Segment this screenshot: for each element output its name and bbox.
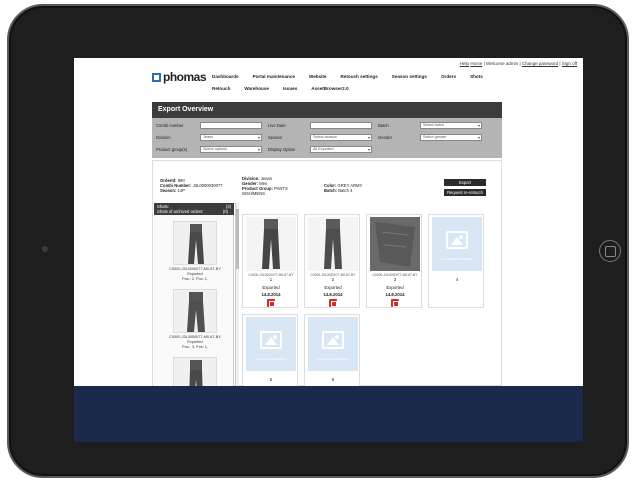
season-value: 14P [177, 188, 185, 193]
home-link[interactable]: Home [470, 61, 482, 66]
division-select[interactable]: Jeans ▾ [200, 134, 262, 141]
logo[interactable]: phomas [152, 70, 207, 84]
request-retouch-button[interactable]: Request re-retouch [444, 189, 486, 196]
page-footer [74, 386, 583, 442]
shots-header: Shots: (3) Shots of archived orders: (0) [154, 203, 234, 215]
gender-label: Gender [378, 135, 392, 140]
nav-item-warehouse[interactable]: Warehouse [244, 86, 269, 91]
shot-card[interactable]: C0000-J3L0000077-M0-87-BY 2 Exported 14.… [304, 214, 360, 308]
sign-off-link[interactable]: Sign off [562, 61, 577, 66]
delete-icon[interactable] [329, 299, 337, 307]
chevron-down-icon: ▾ [367, 147, 370, 152]
season-label: Season [268, 135, 283, 140]
image-placeholder-icon [446, 231, 468, 249]
shot-thumbnail [173, 221, 217, 265]
placeholder-image: NO IMAGE AVAILABLE [308, 317, 358, 371]
shot-image [246, 217, 296, 271]
display-option-select[interactable]: All Exported ▾ [310, 146, 372, 153]
nav-item-retouch[interactable]: Retouch [212, 86, 230, 91]
combi-number: J3L0000030077 [192, 183, 223, 188]
nav-item-shots[interactable]: Shots [470, 74, 483, 79]
tablet-frame: Help Home | Welcome admin | Change passw… [7, 4, 629, 478]
sidebar-shot[interactable]: C0000-J3L0000077-M0-87-BY Exported Pos.:… [166, 221, 224, 282]
division-label: Division [156, 135, 171, 140]
live-date-input[interactable] [310, 122, 372, 129]
shot-thumbnail [173, 289, 217, 333]
placeholder-image: NO IMAGE AVAILABLE [432, 217, 482, 271]
shot-card-placeholder[interactable]: NO IMAGE AVAILABLE 5 [242, 314, 298, 388]
nav-item-assetbrowser2-0[interactable]: AssetBrowser2.0 [311, 86, 348, 91]
placeholder-image: NO IMAGE AVAILABLE [246, 317, 296, 371]
combi-label: Combi number [156, 123, 184, 128]
change-password-link[interactable]: Change password [522, 61, 558, 66]
archived-count: (0) [222, 209, 228, 214]
product-group-select[interactable]: Select options ▾ [200, 146, 262, 153]
top-links: Help Home | Welcome admin | Change passw… [459, 61, 577, 66]
image-placeholder-icon [322, 331, 344, 349]
product-group-label: Product group(s) [156, 147, 188, 152]
batch-label: Batch [378, 123, 389, 128]
shot-card[interactable]: C0000-J3L0000077-M0-87-BY 3 Exported 14.… [366, 214, 422, 308]
shot-image [370, 217, 420, 271]
logo-text: phomas [163, 70, 207, 84]
home-button[interactable] [599, 240, 621, 262]
sidebar-shot[interactable]: C0000-J3L0000077-M0-87-BY Exported Pos.:… [166, 289, 224, 350]
nav-item-issues[interactable]: Issues [283, 86, 297, 91]
combi-input[interactable] [200, 122, 262, 129]
shots-sidebar: Shots: (3) Shots of archived orders: (0) C… [154, 203, 234, 401]
main-nav: Dashboards Portal maintenance Website Retou… [212, 74, 502, 98]
welcome-text: Welcome admin [486, 61, 519, 66]
batch-select[interactable]: Select batch ▾ [420, 122, 482, 129]
help-link[interactable]: Help [460, 61, 469, 66]
delete-icon[interactable] [391, 299, 399, 307]
shot-image [308, 217, 358, 271]
chevron-down-icon: ▾ [257, 147, 260, 152]
page-title: Export Overview [152, 102, 502, 118]
order-info-left: OrderId: 890 Combi Number: J3L0000030077… [160, 178, 223, 193]
screen: Help Home | Welcome admin | Change passw… [74, 58, 583, 442]
sidebar-scrollbar[interactable] [235, 203, 239, 386]
nav-item-season-settings[interactable]: Season settings [392, 74, 427, 79]
nav-item-website[interactable]: Website [309, 74, 327, 79]
live-date-label: Live Date [268, 123, 286, 128]
season-select[interactable]: Select season ▾ [310, 134, 372, 141]
chevron-down-icon: ▾ [257, 135, 260, 140]
camera-icon [42, 246, 48, 252]
nav-item-retouch-settings[interactable]: Retouch settings [340, 74, 377, 79]
order-info-right: Color: GREY ARMY Batch: Batch 4 [324, 183, 363, 193]
delete-icon[interactable] [267, 299, 275, 307]
logo-icon [152, 72, 161, 82]
nav-item-dashboards[interactable]: Dashboards [212, 74, 239, 79]
display-option-label: Display Option [268, 147, 296, 152]
export-button[interactable]: Export [444, 179, 486, 186]
shot-card-placeholder[interactable]: NO IMAGE AVAILABLE 4 [428, 214, 484, 308]
nav-item-portal-maintenance[interactable]: Portal maintenance [253, 74, 295, 79]
shot-card[interactable]: C0000-J3L0000077-M0-87-BY 1 Exported 14.… [242, 214, 298, 308]
gender-select[interactable]: Select gender ▾ [420, 134, 482, 141]
chevron-down-icon: ▾ [477, 135, 480, 140]
chevron-down-icon: ▾ [367, 135, 370, 140]
filter-panel: Combi number Live Date Batch Select batc… [152, 118, 502, 158]
shot-card-placeholder[interactable]: NO IMAGE AVAILABLE 6 [304, 314, 360, 388]
order-info-mid: Division: Jeans Gender: Men Product Grou… [242, 176, 288, 196]
image-placeholder-icon [260, 331, 282, 349]
chevron-down-icon: ▾ [477, 123, 480, 128]
nav-item-orders[interactable]: Orders [441, 74, 456, 79]
